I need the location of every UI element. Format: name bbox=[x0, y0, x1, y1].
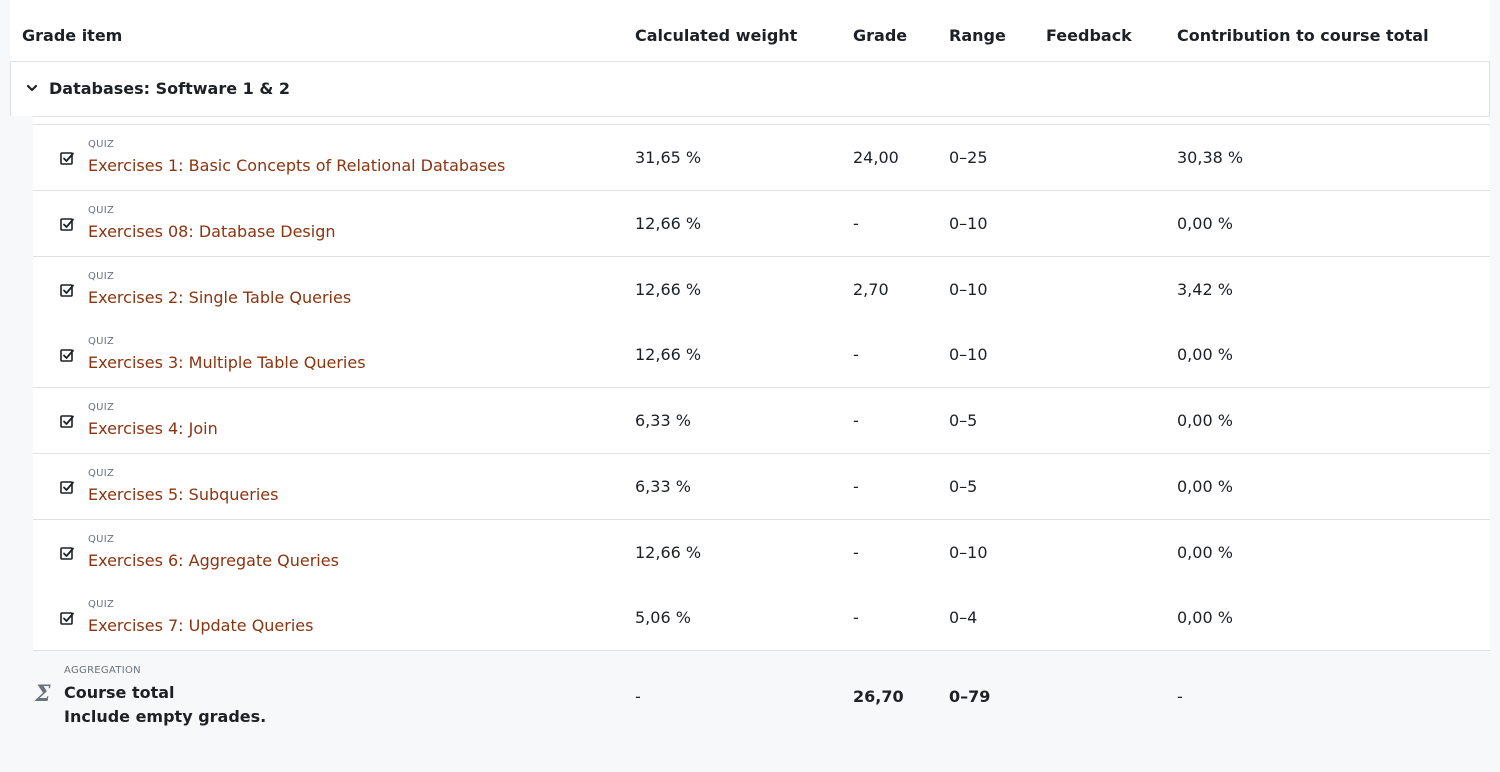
grade-item-link[interactable]: Exercises 7: Update Queries bbox=[88, 616, 313, 635]
range-cell: 0–10 bbox=[949, 543, 988, 562]
contribution-cell: 0,00 % bbox=[1177, 543, 1233, 562]
range-cell: 0–10 bbox=[949, 280, 988, 299]
aggregation-note: Include empty grades. bbox=[64, 707, 267, 726]
chevron-down-icon[interactable] bbox=[25, 80, 39, 94]
table-row: QUIZ Exercises 08: Database Design 12,66 %… bbox=[33, 191, 1490, 257]
grade-cell: - bbox=[853, 543, 859, 562]
course-total-row: Σ AGGREGATION Course total Include empty… bbox=[33, 651, 1490, 742]
item-type-label: QUIZ bbox=[88, 205, 115, 216]
quiz-icon bbox=[59, 545, 75, 561]
header-calculated-weight: Calculated weight bbox=[635, 26, 798, 45]
range-cell: 0–25 bbox=[949, 148, 988, 167]
header-grade-item: Grade item bbox=[22, 26, 123, 45]
sigma-icon: Σ bbox=[35, 681, 51, 707]
grade-item-link[interactable]: Exercises 3: Multiple Table Queries bbox=[88, 353, 366, 372]
contribution-cell: 0,00 % bbox=[1177, 477, 1233, 496]
grade-item-link[interactable]: Exercises 4: Join bbox=[88, 419, 218, 438]
grade-cell: 2,70 bbox=[853, 280, 889, 299]
quiz-icon bbox=[59, 150, 75, 166]
quiz-icon bbox=[59, 610, 75, 626]
contribution-cell: 0,00 % bbox=[1177, 411, 1233, 430]
calculated-weight-cell: 12,66 % bbox=[635, 214, 702, 233]
calculated-weight-cell: 6,33 % bbox=[635, 411, 691, 430]
item-type-label: QUIZ bbox=[88, 271, 115, 282]
item-type-label: QUIZ bbox=[88, 336, 115, 347]
item-type-label: QUIZ bbox=[88, 534, 115, 545]
table-row: QUIZ Exercises 2: Single Table Queries 12,… bbox=[33, 257, 1490, 323]
quiz-icon bbox=[59, 282, 75, 298]
range-cell: 0–4 bbox=[949, 608, 978, 627]
grade-cell: - bbox=[853, 214, 859, 233]
table-row: QUIZ Exercises 5: Subqueries 6,33 % - 0–5 0,0… bbox=[33, 454, 1490, 520]
grade-cell: - bbox=[853, 477, 859, 496]
category-indent bbox=[10, 116, 33, 742]
range-cell: 0–5 bbox=[949, 411, 978, 430]
category-row: Databases: Software 1 & 2 bbox=[10, 61, 1490, 117]
contribution-cell: 30,38 % bbox=[1177, 148, 1244, 167]
range-cell: 0–10 bbox=[949, 345, 988, 364]
header-range: Range bbox=[949, 26, 1006, 45]
quiz-icon bbox=[59, 347, 75, 363]
grade-cell: - bbox=[853, 345, 859, 364]
item-type-label: QUIZ bbox=[88, 468, 115, 479]
grade-item-link[interactable]: Exercises 1: Basic Concepts of Relationa… bbox=[88, 156, 505, 175]
category-name: Databases: Software 1 & 2 bbox=[49, 79, 291, 98]
item-type-label: AGGREGATION bbox=[64, 665, 141, 676]
table-row: QUIZ Exercises 6: Aggregate Queries 12,66 … bbox=[33, 520, 1490, 586]
contribution-cell: 0,00 % bbox=[1177, 608, 1233, 627]
calculated-weight-cell: 12,66 % bbox=[635, 543, 702, 562]
quiz-icon bbox=[59, 216, 75, 232]
table-row: QUIZ Exercises 3: Multiple Table Queries 1… bbox=[33, 322, 1490, 388]
range-cell: 0–10 bbox=[949, 214, 988, 233]
item-type-label: QUIZ bbox=[88, 139, 115, 150]
quiz-icon bbox=[59, 413, 75, 429]
total-weight: - bbox=[635, 687, 641, 706]
total-range: 0–79 bbox=[949, 687, 991, 706]
item-type-label: QUIZ bbox=[88, 599, 115, 610]
quiz-icon bbox=[59, 479, 75, 495]
calculated-weight-cell: 5,06 % bbox=[635, 608, 691, 627]
range-cell: 0–5 bbox=[949, 477, 978, 496]
header-contribution: Contribution to course total bbox=[1177, 26, 1429, 45]
course-total-name: Course total bbox=[64, 683, 175, 702]
header-grade: Grade bbox=[853, 26, 908, 45]
calculated-weight-cell: 12,66 % bbox=[635, 280, 702, 299]
contribution-cell: 3,42 % bbox=[1177, 280, 1233, 299]
grade-item-link[interactable]: Exercises 08: Database Design bbox=[88, 222, 336, 241]
total-grade: 26,70 bbox=[853, 687, 904, 706]
calculated-weight-cell: 31,65 % bbox=[635, 148, 702, 167]
grade-cell: - bbox=[853, 411, 859, 430]
calculated-weight-cell: 12,66 % bbox=[635, 345, 702, 364]
grade-item-link[interactable]: Exercises 2: Single Table Queries bbox=[88, 288, 351, 307]
grade-item-link[interactable]: Exercises 5: Subqueries bbox=[88, 485, 278, 504]
table-row: QUIZ Exercises 1: Basic Concepts of Relat… bbox=[33, 125, 1490, 191]
table-row: QUIZ Exercises 4: Join 6,33 % - 0–5 0,00 % bbox=[33, 388, 1490, 454]
table-row: QUIZ Exercises 7: Update Queries 5,06 % - 0–… bbox=[33, 585, 1490, 651]
grade-cell: 24,00 bbox=[853, 148, 899, 167]
grade-cell: - bbox=[853, 608, 859, 627]
item-type-label: QUIZ bbox=[88, 402, 115, 413]
contribution-cell: 0,00 % bbox=[1177, 214, 1233, 233]
contribution-cell: 0,00 % bbox=[1177, 345, 1233, 364]
calculated-weight-cell: 6,33 % bbox=[635, 477, 691, 496]
grade-item-link[interactable]: Exercises 6: Aggregate Queries bbox=[88, 551, 339, 570]
total-contribution: - bbox=[1177, 687, 1183, 706]
header-feedback: Feedback bbox=[1046, 26, 1132, 45]
